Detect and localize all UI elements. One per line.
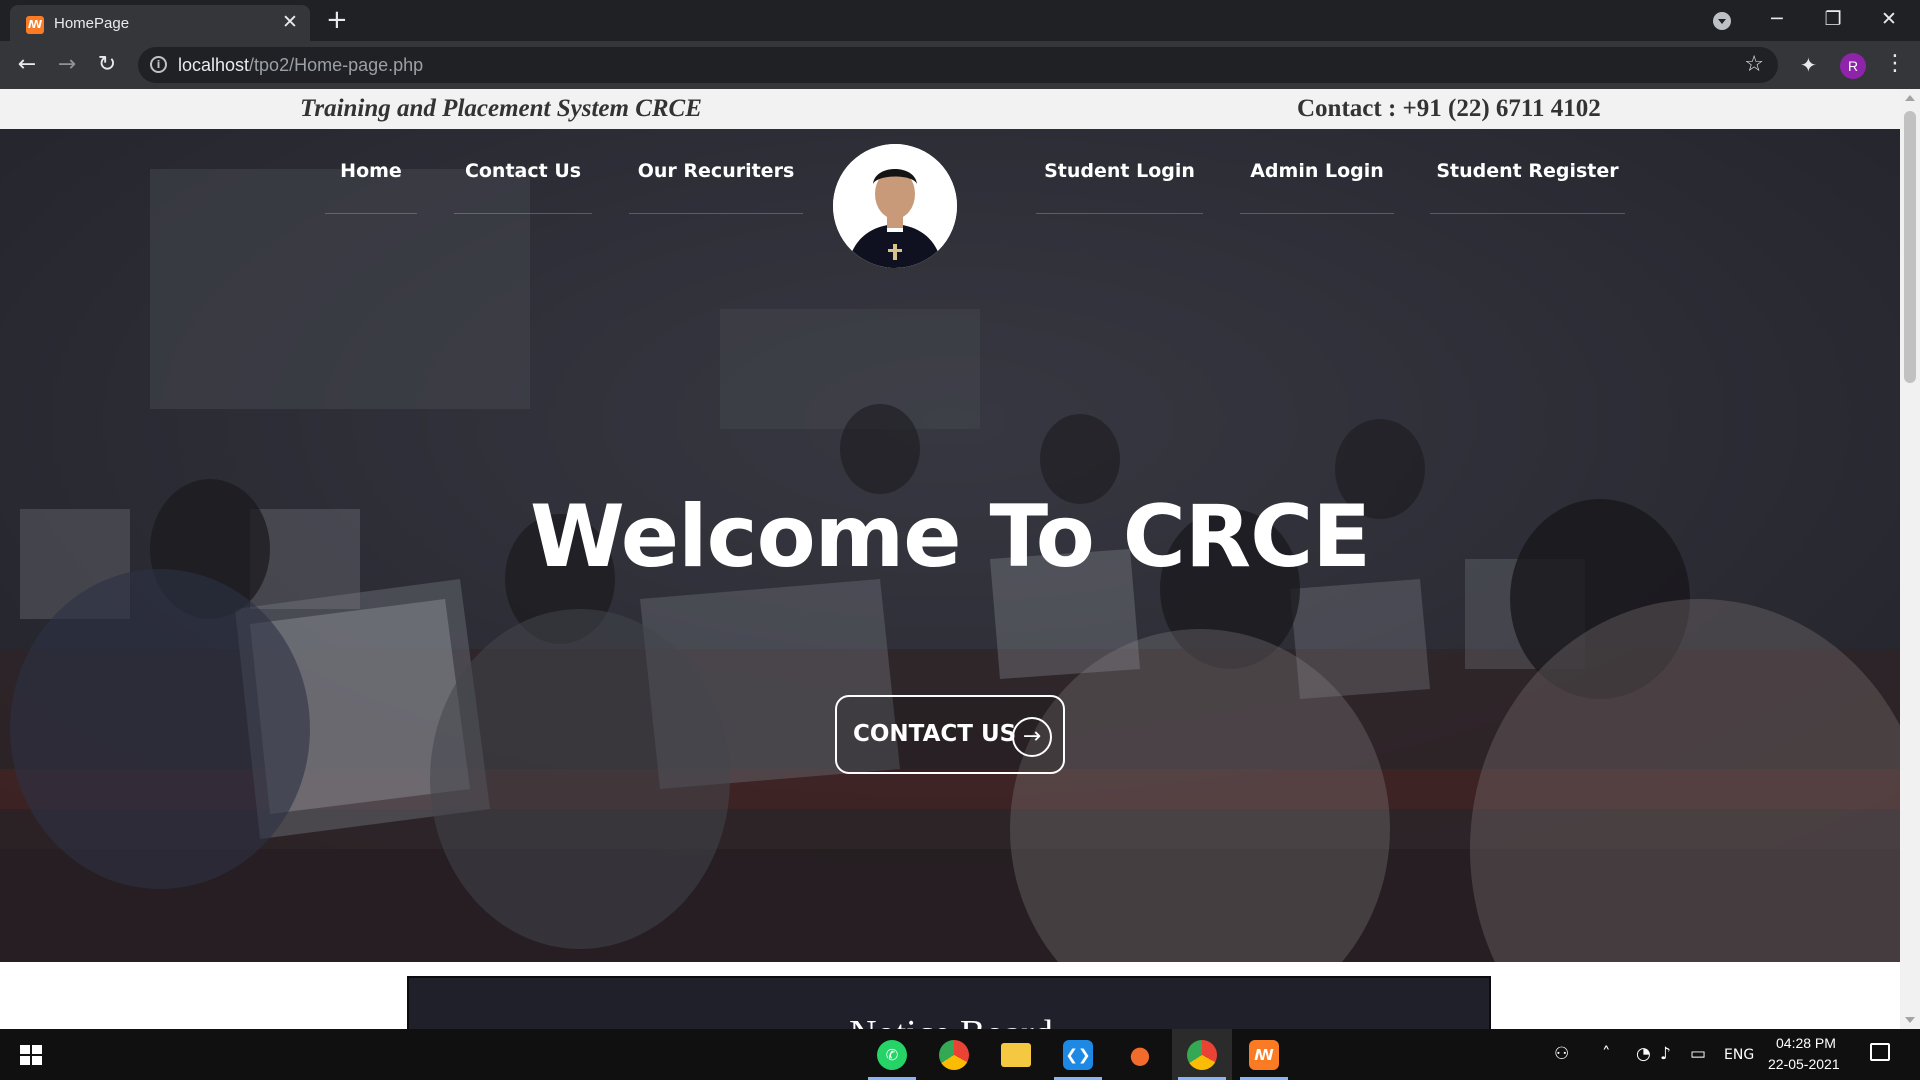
tab-title: HomePage: [54, 15, 130, 32]
browser-tab-strip: ꟿ HomePage ✕ + ─ ❐ ✕: [0, 0, 1920, 41]
taskbar-whatsapp[interactable]: ✆: [862, 1029, 922, 1080]
site-title: Training and Placement System CRCE: [300, 95, 702, 122]
clock-time[interactable]: 04:28 PM: [1776, 1035, 1836, 1051]
windows-start-icon[interactable]: [20, 1045, 42, 1065]
profile-avatar[interactable]: R: [1840, 53, 1866, 79]
clock-date[interactable]: 22-05-2021: [1768, 1056, 1840, 1072]
hero-section: Home Contact Us Our Recuriters Student L…: [0, 129, 1900, 962]
file-explorer-icon: [1001, 1043, 1031, 1067]
vscode-icon: ❮❯: [1063, 1040, 1093, 1070]
taskbar-file-explorer[interactable]: [986, 1029, 1046, 1080]
site-info-icon[interactable]: i: [150, 56, 167, 73]
nav-home[interactable]: Home: [325, 159, 417, 214]
taskbar-recorder[interactable]: ●: [1110, 1029, 1170, 1080]
extensions-puzzle-icon[interactable]: ✦: [1800, 53, 1817, 77]
scroll-up-arrow-icon[interactable]: [1905, 95, 1915, 101]
battery-icon[interactable]: ▭: [1690, 1044, 1706, 1064]
taskbar-vscode[interactable]: ❮❯: [1048, 1029, 1108, 1080]
scrollbar-thumb[interactable]: [1904, 111, 1916, 383]
scroll-down-arrow-icon[interactable]: [1905, 1017, 1915, 1023]
whatsapp-icon: ✆: [877, 1040, 907, 1070]
contact-us-button-label: CONTACT US: [853, 721, 1017, 747]
site-top-bar: Training and Placement System CRCE Conta…: [0, 89, 1900, 129]
page-scrollbar[interactable]: [1900, 89, 1920, 1029]
minimize-button[interactable]: ─: [1757, 4, 1797, 34]
notice-board-panel: Notice Board: [407, 976, 1491, 1029]
chrome-icon: [939, 1040, 969, 1070]
chrome-icon: [1187, 1040, 1217, 1070]
college-founder-logo[interactable]: [833, 144, 957, 268]
tab-close-icon[interactable]: ✕: [282, 12, 298, 32]
tab-search-icon[interactable]: [1713, 12, 1731, 30]
nav-student-register[interactable]: Student Register: [1430, 159, 1625, 214]
taskbar-xampp[interactable]: ꟿ: [1234, 1029, 1294, 1080]
notification-center-icon[interactable]: [1870, 1043, 1890, 1061]
volume-icon[interactable]: ♪: [1660, 1044, 1671, 1064]
restore-button[interactable]: ❐: [1813, 4, 1853, 34]
browser-tab-active[interactable]: ꟿ HomePage ✕: [10, 5, 310, 41]
arrow-right-icon: →: [1012, 717, 1052, 757]
contact-us-button[interactable]: CONTACT US →: [835, 695, 1065, 774]
site-contact: Contact : +91 (22) 6711 4102: [1297, 95, 1601, 122]
xampp-icon: ꟿ: [1249, 1040, 1279, 1070]
address-bar[interactable]: i localhost/tpo2/Home-page.php ☆: [138, 47, 1778, 83]
back-arrow-icon[interactable]: ←: [11, 49, 43, 81]
browser-toolbar: ← → ↻ i localhost/tpo2/Home-page.php ☆ ✦…: [0, 41, 1920, 89]
xampp-favicon-icon: ꟿ: [26, 16, 44, 34]
forward-arrow-icon[interactable]: →: [51, 49, 83, 81]
show-hidden-icons-chevron-icon[interactable]: ˄: [1602, 1044, 1611, 1064]
microphone-icon: ●: [1129, 1041, 1151, 1069]
nav-student-login[interactable]: Student Login: [1036, 159, 1203, 214]
nav-our-recruiters[interactable]: Our Recuriters: [629, 159, 803, 214]
nav-admin-login[interactable]: Admin Login: [1240, 159, 1394, 214]
language-indicator[interactable]: ENG: [1724, 1047, 1754, 1063]
windows-taskbar: ✆ ❮❯ ● ꟿ ⚇ ˄ ◔ ♪ ▭ ENG 04:28 PM 22-05-20…: [0, 1029, 1920, 1080]
founder-portrait-image: [833, 144, 957, 268]
wifi-icon[interactable]: ◔: [1636, 1044, 1651, 1064]
notice-board-title: Notice Board: [409, 1012, 1493, 1029]
url-text[interactable]: localhost/tpo2/Home-page.php: [178, 55, 423, 76]
browser-menu-icon[interactable]: ⋮: [1884, 51, 1906, 77]
taskbar-chrome[interactable]: [924, 1029, 984, 1080]
reload-icon[interactable]: ↻: [91, 49, 123, 81]
taskbar-chrome-active[interactable]: [1172, 1029, 1232, 1080]
new-tab-button[interactable]: +: [326, 6, 348, 34]
nav-contact-us[interactable]: Contact Us: [454, 159, 592, 214]
page-viewport: Training and Placement System CRCE Conta…: [0, 89, 1920, 1029]
bookmark-star-icon[interactable]: ☆: [1744, 52, 1764, 77]
people-icon[interactable]: ⚇: [1554, 1044, 1569, 1064]
close-window-button[interactable]: ✕: [1869, 4, 1909, 34]
hero-heading: Welcome To CRCE: [529, 487, 1371, 587]
